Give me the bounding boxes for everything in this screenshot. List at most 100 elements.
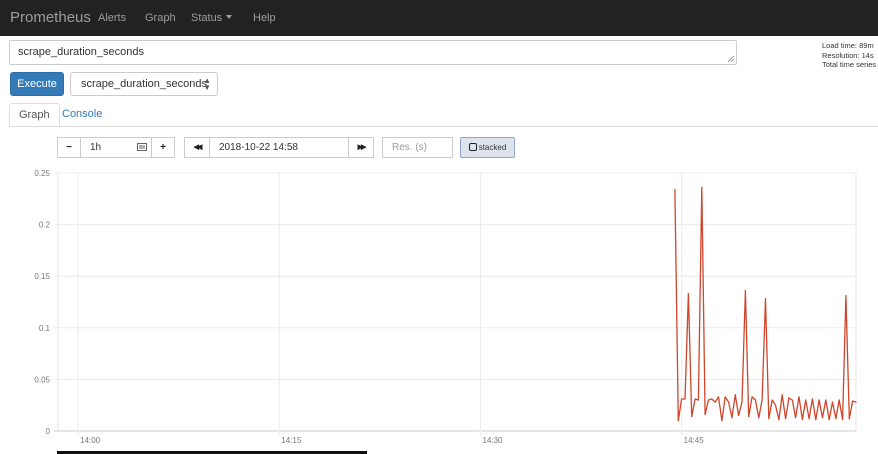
select-arrows-icon: ▲ ▼ xyxy=(203,76,211,92)
brand-logo[interactable]: Prometheus xyxy=(10,9,91,26)
series-point xyxy=(754,399,757,401)
series-point xyxy=(674,188,676,191)
series-point xyxy=(687,293,689,295)
execute-button[interactable]: Execute xyxy=(10,72,64,96)
series-point xyxy=(717,396,720,398)
metric-select-value: scrape_duration_seconds xyxy=(81,78,207,90)
series-point xyxy=(855,401,857,403)
series-point xyxy=(821,416,824,419)
y-tick-label: 0.2 xyxy=(39,221,51,230)
caret-down-icon xyxy=(226,15,233,19)
resolution-stat: Resolution: 14s xyxy=(822,50,874,60)
series-point xyxy=(825,399,827,401)
series-point xyxy=(768,418,770,420)
series-point xyxy=(771,399,773,401)
x-tick-label: 14:15 xyxy=(281,436,302,445)
series-point xyxy=(778,419,780,421)
calendar-icon[interactable] xyxy=(137,143,147,151)
series-point xyxy=(734,394,736,396)
series-point xyxy=(738,414,740,417)
series-point xyxy=(784,418,787,420)
series-point xyxy=(795,416,797,419)
series-point xyxy=(684,398,686,400)
range-input[interactable]: 1h xyxy=(80,137,152,158)
decrease-range-button[interactable]: − xyxy=(57,137,81,158)
x-tick-label: 14:00 xyxy=(80,436,101,445)
chart-axis-labels: 0 0.05 0.1 0.15 0.2 0.25 14:00 14:15 14:30 14:45 xyxy=(34,169,704,445)
expression-input[interactable]: scrape_duration_seconds xyxy=(9,40,737,65)
series-point xyxy=(808,418,810,420)
query-stats: Load time: 89m Resolution: 14s Total tim… xyxy=(822,41,876,70)
top-navbar: Prometheus Alerts Graph Status Help xyxy=(0,0,878,36)
series-point xyxy=(694,398,696,400)
series-point xyxy=(721,420,723,422)
increase-range-button[interactable]: + xyxy=(151,137,175,158)
tab-graph[interactable]: Graph xyxy=(9,103,60,126)
series-point xyxy=(791,399,793,401)
series-point xyxy=(831,401,834,403)
series-point xyxy=(801,419,803,421)
step-back-button[interactable]: ◀◀ xyxy=(184,137,210,158)
series-point xyxy=(751,396,753,398)
series-point xyxy=(748,415,750,418)
load-time: Load time: 89m xyxy=(822,41,874,50)
series-point xyxy=(724,396,726,398)
nav-alerts[interactable]: Alerts xyxy=(98,12,126,24)
nav-graph[interactable]: Graph xyxy=(145,12,176,24)
series-point xyxy=(697,399,700,401)
series-point xyxy=(838,399,840,401)
series-point xyxy=(711,398,713,400)
series-point xyxy=(744,290,746,292)
series-point xyxy=(681,398,683,400)
stacked-toggle-button[interactable]: stacked xyxy=(460,137,515,158)
stacked-label: stacked xyxy=(478,143,507,152)
series-point xyxy=(848,418,850,420)
series-point xyxy=(731,416,733,419)
plot-frame xyxy=(57,172,857,432)
x-tick-label: 14:30 xyxy=(482,436,503,445)
tab-console[interactable]: Console xyxy=(53,103,111,126)
checkbox-icon xyxy=(468,143,477,151)
end-time-input[interactable]: 2018-10-22 14:58 xyxy=(209,137,349,158)
series-point xyxy=(727,401,730,403)
series-point xyxy=(852,400,854,402)
series-line xyxy=(674,186,857,422)
resolution-input[interactable]: Res. (s) xyxy=(382,137,453,158)
total-series-stat: Total time series xyxy=(822,60,877,69)
series-point xyxy=(741,401,743,403)
series-point xyxy=(677,420,679,422)
series-point xyxy=(761,399,763,401)
series-point xyxy=(828,419,830,421)
x-tick-label: 14:45 xyxy=(684,436,705,445)
y-tick-label: 0.05 xyxy=(34,375,50,384)
series-point xyxy=(811,398,814,400)
series-point xyxy=(805,399,807,401)
series-point xyxy=(691,415,693,418)
series-point xyxy=(774,404,777,406)
series-point xyxy=(818,399,820,401)
expression-text: scrape_duration_seconds xyxy=(18,46,144,58)
nav-status[interactable]: Status xyxy=(191,12,233,24)
series-point xyxy=(714,401,716,403)
series-point xyxy=(788,397,790,399)
tab-bar: Graph Console xyxy=(9,103,878,127)
series-point xyxy=(707,399,710,401)
series-point xyxy=(841,419,844,421)
end-time-value: 2018-10-22 14:58 xyxy=(219,142,298,153)
metric-select[interactable]: scrape_duration_seconds ▲ ▼ xyxy=(70,72,218,96)
step-forward-button[interactable]: ▶▶ xyxy=(348,137,374,158)
nav-status-label: Status xyxy=(191,12,223,24)
series-point xyxy=(835,418,837,420)
nav-help[interactable]: Help xyxy=(253,12,276,24)
y-tick-label: 0.1 xyxy=(39,324,51,333)
series-point xyxy=(798,396,800,398)
series-point xyxy=(704,413,706,416)
range-value: 1h xyxy=(90,142,102,153)
resize-handle-icon[interactable] xyxy=(728,56,734,62)
series-point xyxy=(764,298,767,300)
chart-series xyxy=(674,186,857,422)
graph-chart: 0 0.05 0.1 0.15 0.2 0.25 14:00 14:15 14:30 14:45 xyxy=(34,169,857,445)
series-point xyxy=(701,186,703,189)
series-point xyxy=(815,419,817,421)
series-point xyxy=(781,394,783,396)
